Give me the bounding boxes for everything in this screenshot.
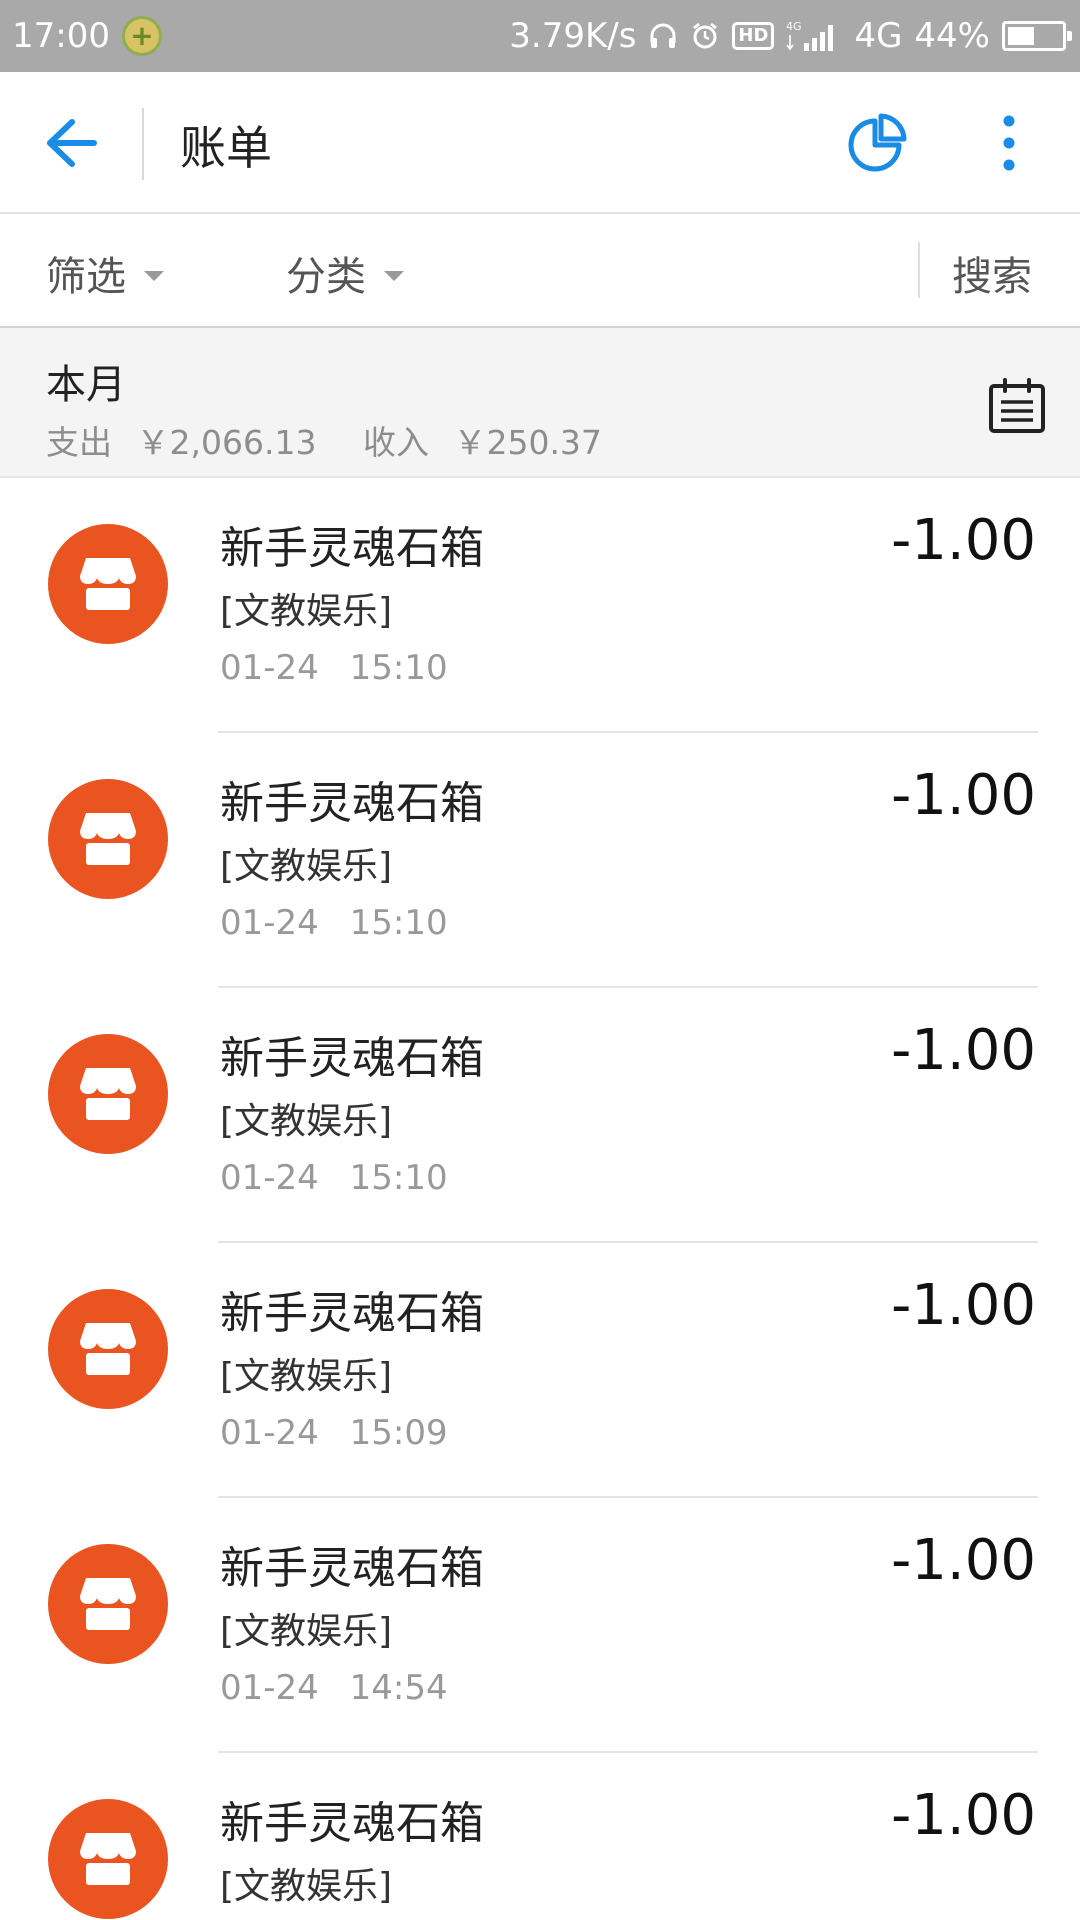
caret-down-icon [144,271,164,281]
search-button[interactable]: 搜索 [952,244,1032,302]
bill-clock: 15:10 [349,1158,448,1198]
bill-clock: 15:10 [349,648,448,688]
signal-icon: 4G [786,19,842,53]
bill-item[interactable]: 新手灵魂石箱 [文教娱乐] 01-24 15:10 -1.00 [0,733,1080,988]
bill-datetime: 01-24 14:54 [220,1668,448,1708]
bill-item[interactable]: 新手灵魂石箱 [文教娱乐] 01-24 15:09 -1.00 [0,1243,1080,1498]
more-vertical-icon [1003,115,1015,171]
shop-icon [80,1578,136,1630]
alarm-icon [690,21,720,51]
expense-label: 支出 [46,423,112,462]
income-label: 收入 [362,423,429,462]
app-notification-icon: + [121,16,162,56]
shop-icon [80,813,136,865]
bill-amount: -1.00 [891,1783,1036,1848]
bill-clock: 14:54 [349,1668,448,1708]
shop-icon [80,1833,136,1885]
bill-item[interactable]: 新手灵魂石箱 [文教娱乐] 01-24 14:54 -1.00 [0,1498,1080,1753]
category-icon [48,779,168,899]
bill-page: 17:00 + 3.79K/s HD 4G 4G 44% 账单 筛选 分类 搜索… [0,0,1080,1920]
bill-amount: -1.00 [891,1528,1036,1593]
battery-fill [1008,27,1034,45]
filter-divider [918,242,920,298]
bill-datetime: 01-24 15:10 [220,1158,448,1198]
category-icon [48,1799,168,1919]
bill-category: [文教娱乐] [220,1356,393,1397]
month-stats: 支出 ￥2,066.13 收入 ￥250.37 [46,416,602,464]
bill-amount: -1.00 [891,508,1036,573]
more-options-button[interactable] [994,112,1024,174]
bill-list: 新手灵魂石箱 [文教娱乐] 01-24 15:10 -1.00 新手灵魂石箱 [… [0,478,1080,1920]
bill-date: 01-24 [220,1413,319,1453]
bill-name: 新手灵魂石箱 [220,1288,484,1339]
bill-category: [文教娱乐] [220,1611,393,1652]
bill-date: 01-24 [220,903,319,943]
bill-amount: -1.00 [891,1273,1036,1338]
calendar-button[interactable] [988,378,1046,434]
signal-network-label: 4G [786,20,802,33]
bill-item[interactable]: 新手灵魂石箱 [文教娱乐] 01-24 15:10 -1.00 [0,478,1080,733]
status-bar: 17:00 + 3.79K/s HD 4G 4G 44% [0,0,1080,72]
bill-item[interactable]: 新手灵魂石箱 [文教娱乐] 01-24 15:10 -1.00 [0,988,1080,1243]
bill-clock: 15:10 [349,903,448,943]
network-type: 4G [854,16,903,56]
caret-down-icon [384,271,404,281]
arrow-left-icon [47,119,97,167]
back-button[interactable] [42,116,102,170]
bill-category: [文教娱乐] [220,1866,393,1907]
bill-category: [文教娱乐] [220,1101,393,1142]
bill-datetime: 01-24 15:10 [220,648,448,688]
bill-datetime: 01-24 15:10 [220,903,448,943]
shop-icon [80,1323,136,1375]
shop-icon [80,558,136,610]
bill-name: 新手灵魂石箱 [220,1798,484,1849]
category-icon [48,524,168,644]
category-icon [48,1289,168,1409]
bill-name: 新手灵魂石箱 [220,523,484,574]
income-value: ￥250.37 [453,423,602,462]
bill-name: 新手灵魂石箱 [220,1033,484,1084]
calendar-icon [989,378,1045,433]
status-time: 17:00 [12,16,110,56]
bill-date: 01-24 [220,1668,319,1708]
filter-bar: 筛选 分类 搜索 [0,214,1080,328]
toolbar-divider [142,108,144,180]
category-icon [48,1034,168,1154]
page-title: 账单 [180,121,272,175]
bill-category: [文教娱乐] [220,846,393,887]
bill-name: 新手灵魂石箱 [220,778,484,829]
net-speed: 3.79K/s [509,16,637,56]
filter-dropdown[interactable]: 筛选 [46,244,164,302]
bill-date: 01-24 [220,648,319,688]
bill-name: 新手灵魂石箱 [220,1543,484,1594]
shop-icon [80,1068,136,1120]
bill-clock: 15:09 [349,1413,448,1453]
bill-amount: -1.00 [891,763,1036,828]
bill-datetime: 01-24 15:09 [220,1413,448,1453]
filter-label: 筛选 [46,254,126,300]
hd-icon: HD [732,22,775,50]
status-right: 3.79K/s HD 4G 4G 44% [509,0,1072,72]
battery-icon [1002,21,1072,51]
bill-date: 01-24 [220,1158,319,1198]
month-summary: 本月 支出 ￥2,066.13 收入 ￥250.37 [0,328,1080,478]
statistics-button[interactable] [846,112,908,174]
month-label: 本月 [46,362,126,408]
battery-percent: 44% [914,16,990,56]
category-icon [48,1544,168,1664]
pie-chart-icon [848,113,907,172]
category-dropdown[interactable]: 分类 [286,244,404,302]
bill-category: [文教娱乐] [220,591,393,632]
toolbar: 账单 [0,72,1080,214]
bill-amount: -1.00 [891,1018,1036,1083]
bill-item[interactable]: 新手灵魂石箱 [文教娱乐] -1.00 [0,1753,1080,1920]
category-label: 分类 [286,254,366,300]
expense-value: ￥2,066.13 [136,423,317,462]
status-left: 17:00 + [12,0,162,72]
headphones-icon [648,21,678,51]
